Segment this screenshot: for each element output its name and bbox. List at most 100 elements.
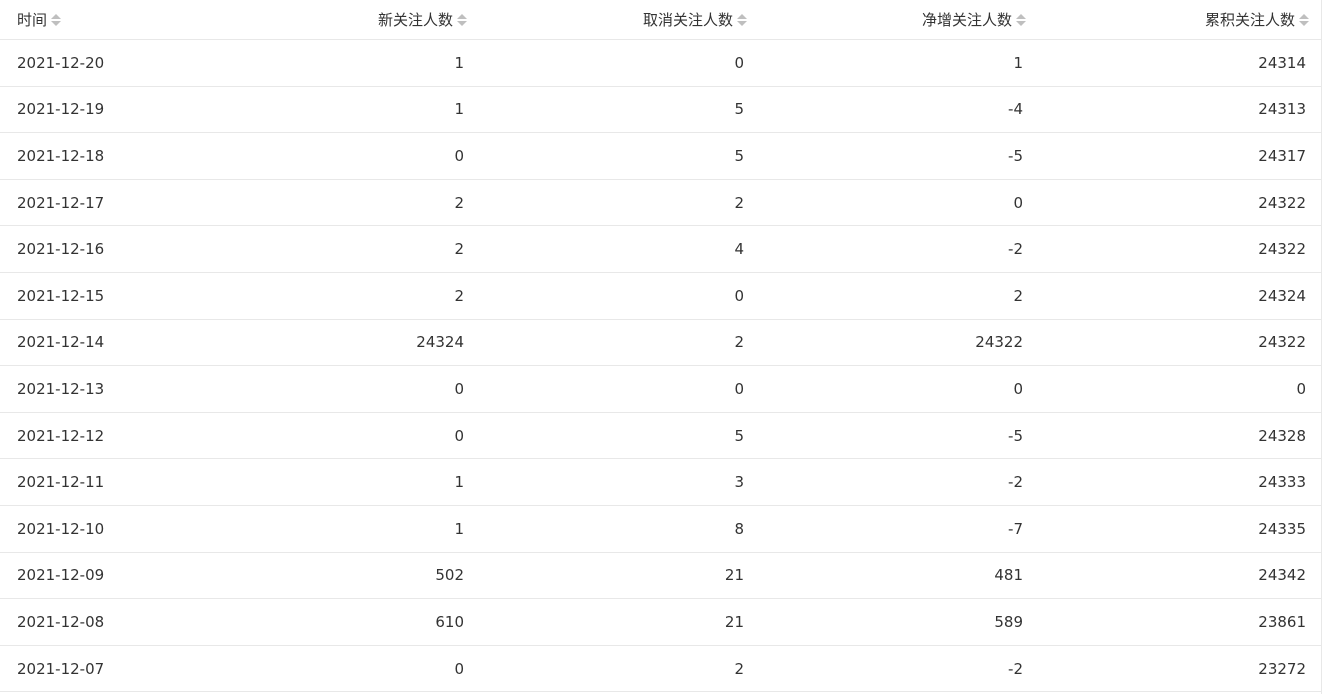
sort-ascending-icon bbox=[457, 13, 467, 19]
cell-cumulative: 24322 bbox=[1039, 319, 1322, 367]
cell-unfollows: 5 bbox=[480, 412, 760, 460]
cell-cumulative: 24333 bbox=[1039, 458, 1322, 506]
cell-date: 2021-12-11 bbox=[0, 458, 160, 506]
table-body: 2021-12-20 1 0 1 24314 2021-12-19 1 5 -4… bbox=[0, 39, 1322, 693]
sort-trigger-new-followers[interactable]: 新关注人数 bbox=[378, 9, 467, 30]
cell-net-growth: 1 bbox=[760, 39, 1039, 87]
cell-new-followers: 1 bbox=[160, 86, 480, 134]
cell-new-followers: 1 bbox=[160, 505, 480, 553]
cell-net-growth: 0 bbox=[760, 365, 1039, 413]
cell-new-followers: 0 bbox=[160, 645, 480, 693]
cell-net-growth: 589 bbox=[760, 598, 1039, 646]
cell-unfollows: 3 bbox=[480, 458, 760, 506]
table-row: 2021-12-17 2 2 0 24322 bbox=[0, 179, 1322, 227]
cell-cumulative: 24322 bbox=[1039, 179, 1322, 227]
table-row: 2021-12-08 610 21 589 23861 bbox=[0, 598, 1322, 646]
cell-unfollows: 0 bbox=[480, 39, 760, 87]
cell-new-followers: 610 bbox=[160, 598, 480, 646]
table-row: 2021-12-19 1 5 -4 24313 bbox=[0, 86, 1322, 134]
cell-cumulative: 24314 bbox=[1039, 39, 1322, 87]
sort-ascending-icon bbox=[1016, 13, 1026, 19]
cell-date: 2021-12-13 bbox=[0, 365, 160, 413]
cell-new-followers: 2 bbox=[160, 225, 480, 273]
table-row: 2021-12-12 0 5 -5 24328 bbox=[0, 412, 1322, 460]
sort-descending-icon bbox=[1299, 20, 1309, 26]
cell-cumulative: 24328 bbox=[1039, 412, 1322, 460]
column-label-net-growth: 净增关注人数 bbox=[921, 11, 1012, 29]
cell-new-followers: 0 bbox=[160, 412, 480, 460]
table-row: 2021-12-11 1 3 -2 24333 bbox=[0, 458, 1322, 506]
cell-net-growth: -5 bbox=[760, 132, 1039, 180]
table-row: 2021-12-09 502 21 481 24342 bbox=[0, 552, 1322, 600]
cell-net-growth: -2 bbox=[760, 645, 1039, 693]
column-header-cumulative[interactable]: 累积关注人数 bbox=[1039, 0, 1322, 40]
cell-cumulative: 24317 bbox=[1039, 132, 1322, 180]
cell-new-followers: 1 bbox=[160, 458, 480, 506]
cell-unfollows: 0 bbox=[480, 365, 760, 413]
sort-icon[interactable] bbox=[737, 13, 747, 27]
cell-date: 2021-12-19 bbox=[0, 86, 160, 134]
cell-unfollows: 8 bbox=[480, 505, 760, 553]
sort-icon[interactable] bbox=[1016, 13, 1026, 27]
sort-descending-icon bbox=[737, 20, 747, 26]
cell-net-growth: 0 bbox=[760, 179, 1039, 227]
table-row: 2021-12-14 24324 2 24322 24322 bbox=[0, 319, 1322, 367]
sort-ascending-icon bbox=[737, 13, 747, 19]
sort-descending-icon bbox=[457, 20, 467, 26]
followers-stats-table-container: 时间 新关注人数 取消关注人数 净增关注人数 累积关注人数 2021-12-20… bbox=[0, 0, 1322, 694]
column-header-new-followers[interactable]: 新关注人数 bbox=[160, 0, 480, 40]
column-label-cumulative: 累积关注人数 bbox=[1204, 11, 1295, 29]
followers-stats-table: 时间 新关注人数 取消关注人数 净增关注人数 累积关注人数 2021-12-20… bbox=[0, 0, 1322, 693]
cell-cumulative: 23861 bbox=[1039, 598, 1322, 646]
cell-date: 2021-12-18 bbox=[0, 132, 160, 180]
sort-trigger-unfollows[interactable]: 取消关注人数 bbox=[643, 9, 747, 30]
cell-net-growth: -5 bbox=[760, 412, 1039, 460]
cell-net-growth: 24322 bbox=[760, 319, 1039, 367]
sort-trigger-net-growth[interactable]: 净增关注人数 bbox=[922, 9, 1026, 30]
sort-trigger-date[interactable]: 时间 bbox=[17, 9, 62, 30]
column-header-net-growth[interactable]: 净增关注人数 bbox=[760, 0, 1039, 40]
cell-cumulative: 24342 bbox=[1039, 552, 1322, 600]
cell-cumulative: 24335 bbox=[1039, 505, 1322, 553]
cell-new-followers: 2 bbox=[160, 179, 480, 227]
table-row: 2021-12-16 2 4 -2 24322 bbox=[0, 225, 1322, 273]
cell-net-growth: -2 bbox=[760, 458, 1039, 506]
sort-icon[interactable] bbox=[1299, 13, 1309, 27]
cell-new-followers: 502 bbox=[160, 552, 480, 600]
cell-unfollows: 2 bbox=[480, 179, 760, 227]
cell-unfollows: 5 bbox=[480, 86, 760, 134]
cell-new-followers: 2 bbox=[160, 272, 480, 320]
sort-icon[interactable] bbox=[51, 13, 62, 27]
cell-new-followers: 0 bbox=[160, 132, 480, 180]
cell-unfollows: 0 bbox=[480, 272, 760, 320]
table-header: 时间 新关注人数 取消关注人数 净增关注人数 累积关注人数 bbox=[0, 0, 1322, 40]
cell-cumulative: 24313 bbox=[1039, 86, 1322, 134]
cell-unfollows: 21 bbox=[480, 552, 760, 600]
cell-net-growth: -2 bbox=[760, 225, 1039, 273]
column-label-unfollows: 取消关注人数 bbox=[642, 11, 733, 29]
column-label-new-followers: 新关注人数 bbox=[377, 11, 453, 29]
cell-date: 2021-12-16 bbox=[0, 225, 160, 273]
table-row: 2021-12-10 1 8 -7 24335 bbox=[0, 505, 1322, 553]
cell-unfollows: 4 bbox=[480, 225, 760, 273]
sort-icon[interactable] bbox=[457, 13, 467, 27]
sort-trigger-cumulative[interactable]: 累积关注人数 bbox=[1205, 9, 1309, 30]
cell-unfollows: 5 bbox=[480, 132, 760, 180]
cell-date: 2021-12-15 bbox=[0, 272, 160, 320]
table-row: 2021-12-13 0 0 0 0 bbox=[0, 365, 1322, 413]
cell-cumulative: 0 bbox=[1039, 365, 1322, 413]
column-header-unfollows[interactable]: 取消关注人数 bbox=[480, 0, 760, 40]
cell-date: 2021-12-12 bbox=[0, 412, 160, 460]
column-header-date[interactable]: 时间 bbox=[0, 0, 160, 40]
header-row: 时间 新关注人数 取消关注人数 净增关注人数 累积关注人数 bbox=[0, 0, 1322, 40]
cell-cumulative: 24322 bbox=[1039, 225, 1322, 273]
sort-descending-icon bbox=[51, 20, 62, 26]
cell-new-followers: 24324 bbox=[160, 319, 480, 367]
cell-net-growth: -4 bbox=[760, 86, 1039, 134]
cell-new-followers: 0 bbox=[160, 365, 480, 413]
cell-unfollows: 2 bbox=[480, 319, 760, 367]
sort-descending-icon bbox=[1016, 20, 1026, 26]
cell-date: 2021-12-10 bbox=[0, 505, 160, 553]
cell-date: 2021-12-17 bbox=[0, 179, 160, 227]
cell-date: 2021-12-09 bbox=[0, 552, 160, 600]
